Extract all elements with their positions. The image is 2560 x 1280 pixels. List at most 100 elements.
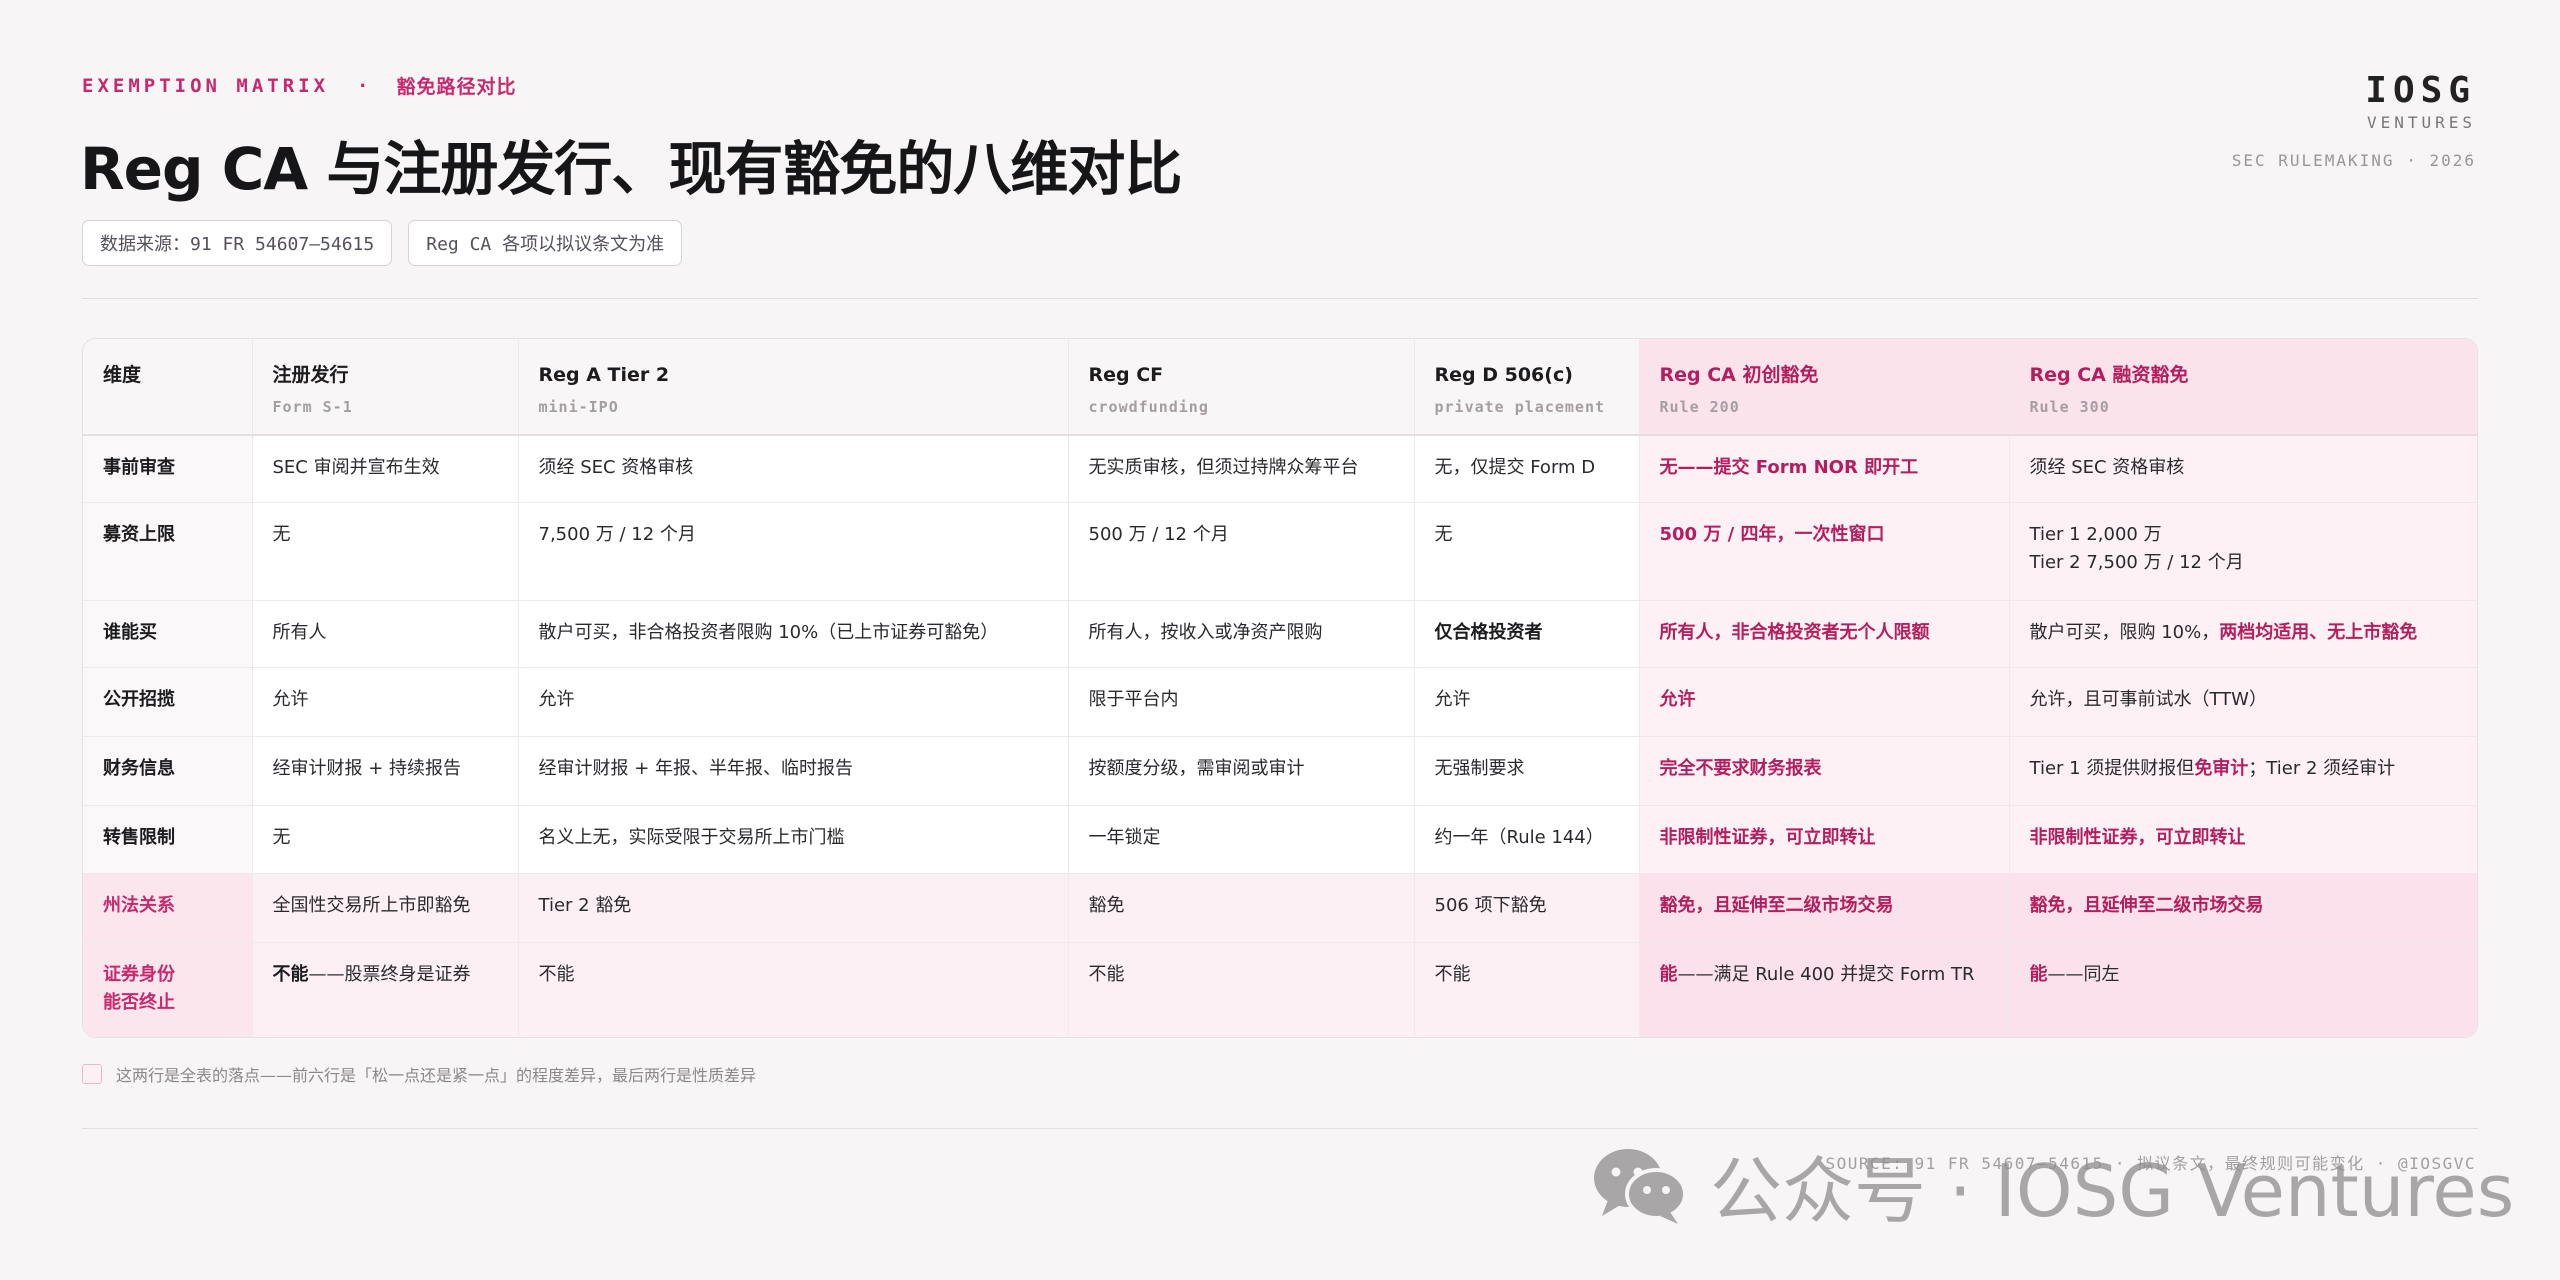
table-row: 州法关系 全国性交易所上市即豁免 Tier 2 豁免 豁免 506 项下豁免 豁… [83,873,2477,943]
table-row: 财务信息 经审计财报 + 持续报告 经审计财报 + 年报、半年报、临时报告 按额… [83,736,2477,806]
highlight-swatch [82,1064,102,1084]
row-dimension: 州法关系 [83,873,253,943]
divider-bottom [82,1128,2478,1129]
cell-emphasis: 免审计 [2194,757,2249,779]
table-cell: 不能——股票终身是证券 [252,942,519,1037]
cell-emphasis: 不能 [272,963,309,985]
cell-text: 散户可买，限购 10%， [2029,621,2220,643]
table-row: 公开招揽 允许 允许 限于平台内 允许 允许 允许，且可事前试水（TTW） [83,667,2477,737]
table-cell: 允许 [1639,667,2010,737]
col-header-regd: Reg D 506(c) private placement [1414,339,1640,436]
table-cell: 不能 [1414,942,1640,1037]
cell-text: ——满足 Rule 400 并提交 Form TR [1677,963,1975,985]
table-cell: 完全不要求财务报表 [1639,736,2010,806]
row-dimension: 谁能买 [83,600,253,668]
eyebrow-cn: 豁免路径对比 [396,76,517,98]
table-cell: 按额度分级，需审阅或审计 [1068,736,1415,806]
col-header-regca-startup: Reg CA 初创豁免 Rule 200 [1639,339,2010,436]
col-header-regcf: Reg CF crowdfunding [1068,339,1415,436]
table-header-row: 维度 注册发行 Form S-1 Reg A Tier 2 mini-IPO R… [83,339,2477,436]
table-cell: 506 项下豁免 [1414,873,1640,943]
eyebrow: EXEMPTION MATRIX · 豁免路径对比 [82,72,517,99]
watermark: 公众号 · IOSG Ventures [1590,1132,2514,1237]
row-dimension: 证券身份 能否终止 [83,942,253,1037]
row-dimension: 募资上限 [83,502,253,601]
table-cell: 允许，且可事前试水（TTW） [2009,667,2477,737]
brand: IOSG VENTURES [2365,70,2476,132]
table-cell: 经审计财报 + 年报、半年报、临时报告 [518,736,1069,806]
table-cell: 名义上无，实际受限于交易所上市门槛 [518,805,1069,874]
col-header-rega: Reg A Tier 2 mini-IPO [518,339,1069,436]
table-row: 事前审查 SEC 审阅并宣布生效 须经 SEC 资格审核 无实质审核，但须过持牌… [83,435,2477,503]
table-cell: 能——同左 [2009,942,2477,1037]
table-cell: Tier 2 豁免 [518,873,1069,943]
table-cell: 不能 [1068,942,1415,1037]
cell-emphasis: 能 [2029,963,2048,985]
cell-text: Tier 1 须提供财报但 [2029,757,2195,779]
table-row: 证券身份 能否终止 不能——股票终身是证券 不能 不能 不能 能——满足 Rul… [83,942,2477,1037]
table-cell: 无，仅提交 Form D [1414,435,1640,503]
eyebrow-en: EXEMPTION MATRIX [82,74,330,97]
cell-text: ——同左 [2047,963,2120,985]
table-cell: 500 万 / 四年，一次性窗口 [1639,502,2010,601]
table-cell: 限于平台内 [1068,667,1415,737]
brand-logo: IOSG [2365,70,2476,111]
cell-text: ；Tier 2 须经审计 [2248,757,2396,779]
table-cell: 约一年（Rule 144） [1414,805,1640,874]
table-cell: 所有人 [252,600,519,668]
cell-emphasis: 能 [1659,963,1678,985]
table-cell: 须经 SEC 资格审核 [518,435,1069,503]
table-cell: Tier 1 须提供财报但免审计；Tier 2 须经审计 [2009,736,2477,806]
wechat-icon [1590,1144,1688,1226]
table-cell: 无 [252,805,519,874]
watermark-text: 公众号 · IOSG Ventures [1710,1149,2515,1233]
table-cell: 所有人，按收入或净资产限购 [1068,600,1415,668]
cell-text: ——股票终身是证券 [308,963,471,985]
tier-1-line: Tier 1 2,000 万 [2029,523,2162,545]
table-cell: 豁免，且延伸至二级市场交易 [1639,873,2010,943]
table-cell: Tier 1 2,000 万 Tier 2 7,500 万 / 12 个月 [2009,502,2477,601]
row-dimension: 公开招揽 [83,667,253,737]
table-cell: 全国性交易所上市即豁免 [252,873,519,943]
row-dimension-line: 证券身份 [103,963,175,985]
table-cell: 500 万 / 12 个月 [1068,502,1415,601]
table-row: 转售限制 无 名义上无，实际受限于交易所上市门槛 一年锁定 约一年（Rule 1… [83,805,2477,874]
table-cell: 一年锁定 [1068,805,1415,874]
brand-sub: VENTURES [2366,113,2476,132]
table-row: 募资上限 无 7,500 万 / 12 个月 500 万 / 12 个月 无 5… [83,502,2477,601]
divider-top [82,298,2478,299]
page-title: Reg CA 与注册发行、现有豁免的八维对比 [80,135,1182,203]
legend-note: 这两行是全表的落点——前六行是「松一点还是紧一点」的程度差异，最后两行是性质差异 [82,1062,756,1086]
source-chips: 数据来源：91 FR 54607–54615 Reg CA 各项以拟议条文为准 [82,220,683,266]
table-cell: 无 [1414,502,1640,601]
table-cell: 7,500 万 / 12 个月 [518,502,1069,601]
table-cell: 允许 [1414,667,1640,737]
table-cell: 所有人，非合格投资者无个人限额 [1639,600,2010,668]
col-header-registered: 注册发行 Form S-1 [252,339,519,436]
table-cell: 允许 [518,667,1069,737]
table-cell: 非限制性证券，可立即转让 [1639,805,2010,874]
eyebrow-dot: · [357,74,369,97]
table-cell: 无——提交 Form NOR 即开工 [1639,435,2010,503]
table-cell: 豁免，且延伸至二级市场交易 [2009,873,2477,943]
table-cell: 散户可买，非合格投资者限购 10%（已上市证券可豁免） [518,600,1069,668]
cell-emphasis: 两档均适用、无上市豁免 [2219,621,2418,643]
table-cell: 不能 [518,942,1069,1037]
table-cell: 允许 [252,667,519,737]
scope-chip: Reg CA 各项以拟议条文为准 [408,220,683,266]
table-cell: 散户可买，限购 10%，两档均适用、无上市豁免 [2009,600,2477,668]
table-cell: 豁免 [1068,873,1415,943]
table-cell: 经审计财报 + 持续报告 [252,736,519,806]
comparison-table: 维度 注册发行 Form S-1 Reg A Tier 2 mini-IPO R… [82,338,2478,1038]
row-dimension: 事前审查 [83,435,253,503]
table-cell: 无强制要求 [1414,736,1640,806]
table-cell: 仅合格投资者 [1414,600,1640,668]
table-cell: 无 [252,502,519,601]
table-cell: 非限制性证券，可立即转让 [2009,805,2477,874]
table-cell: 能——满足 Rule 400 并提交 Form TR [1639,942,2010,1037]
row-dimension-line: 能否终止 [103,991,175,1013]
table-cell: 须经 SEC 资格审核 [2009,435,2477,503]
table-cell: 无实质审核，但须过持牌众筹平台 [1068,435,1415,503]
note-text: 这两行是全表的落点——前六行是「松一点还是紧一点」的程度差异，最后两行是性质差异 [116,1066,757,1085]
col-header-regca-funding: Reg CA 融资豁免 Rule 300 [2009,339,2477,436]
